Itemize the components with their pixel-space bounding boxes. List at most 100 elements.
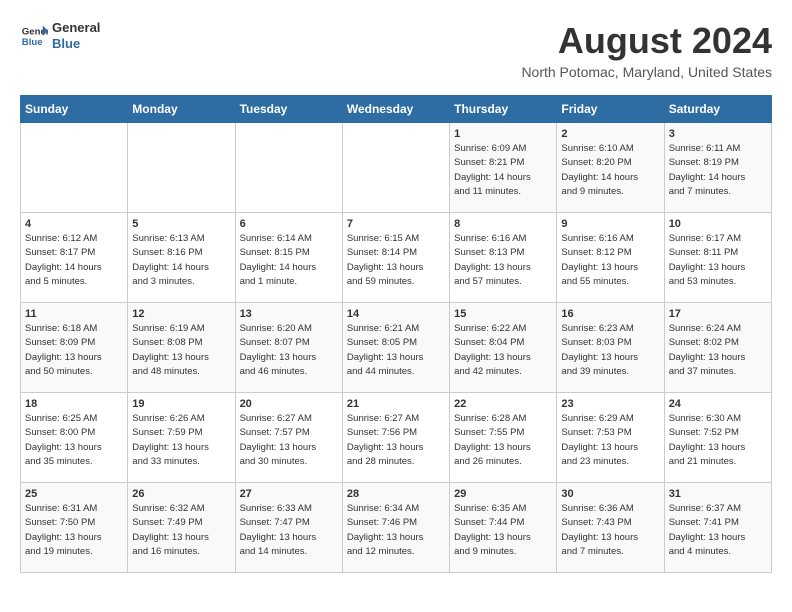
day-number: 8 bbox=[454, 218, 552, 230]
day-cell-1-4: 8 Sunrise: 6:16 AM Sunset: 8:13 PM Daylig… bbox=[450, 213, 557, 303]
day-cell-2-5: 16Sunrise: 6:23 AM Sunset: 8:03 PM Dayli… bbox=[557, 303, 664, 393]
day-cell-4-0: 25 Sunrise: 6:31 AM Sunset: 7:50 PM Dayli… bbox=[21, 483, 128, 573]
day-number: 11 bbox=[25, 308, 123, 320]
week-row-2: 4 Sunrise: 6:12 AM Sunset: 8:17 PM Daylig… bbox=[21, 213, 772, 303]
month-year-title: August 2024 bbox=[521, 20, 772, 62]
day-cell-0-2 bbox=[235, 123, 342, 213]
day-info: Sunrise: 6:26 AM Sunset: 7:59 PM Dayligh… bbox=[132, 412, 230, 469]
day-cell-0-1 bbox=[128, 123, 235, 213]
day-info: Sunrise: 6:20 AM Sunset: 8:07 PM Dayligh… bbox=[240, 322, 338, 379]
day-cell-4-2: 27 Sunrise: 6:33 AM Sunset: 7:47 PM Dayli… bbox=[235, 483, 342, 573]
day-number: 6 bbox=[240, 218, 338, 230]
day-number: 28 bbox=[347, 488, 445, 500]
day-cell-2-2: 13 Sunrise: 6:20 AM Sunset: 8:07 PM Dayli… bbox=[235, 303, 342, 393]
day-info: Sunrise: 6:22 AM Sunset: 8:04 PM Dayligh… bbox=[454, 322, 552, 379]
day-number: 10 bbox=[669, 218, 767, 230]
day-number: 24 bbox=[669, 398, 767, 410]
day-info: Sunrise: 6:37 AM Sunset: 7:41 PM Dayligh… bbox=[669, 502, 767, 559]
day-number: 16 bbox=[561, 308, 659, 320]
day-cell-4-5: 30 Sunrise: 6:36 AM Sunset: 7:43 PM Dayli… bbox=[557, 483, 664, 573]
day-number: 21 bbox=[347, 398, 445, 410]
day-number: 20 bbox=[240, 398, 338, 410]
day-number: 25 bbox=[25, 488, 123, 500]
day-cell-0-3 bbox=[342, 123, 449, 213]
day-info: Sunrise: 6:10 AM Sunset: 8:20 PM Dayligh… bbox=[561, 142, 659, 199]
day-number: 26 bbox=[132, 488, 230, 500]
day-info: Sunrise: 6:16 AM Sunset: 8:12 PM Dayligh… bbox=[561, 232, 659, 289]
day-info: Sunrise: 6:27 AM Sunset: 7:57 PM Dayligh… bbox=[240, 412, 338, 469]
location-subtitle: North Potomac, Maryland, United States bbox=[521, 64, 772, 80]
day-info: Sunrise: 6:36 AM Sunset: 7:43 PM Dayligh… bbox=[561, 502, 659, 559]
day-info: Sunrise: 6:31 AM Sunset: 7:50 PM Dayligh… bbox=[25, 502, 123, 559]
week-row-1: 1 Sunrise: 6:09 AM Sunset: 8:21 PM Daylig… bbox=[21, 123, 772, 213]
day-cell-1-2: 6 Sunrise: 6:14 AM Sunset: 8:15 PM Daylig… bbox=[235, 213, 342, 303]
header-wednesday: Wednesday bbox=[342, 96, 449, 123]
day-cell-1-3: 7 Sunrise: 6:15 AM Sunset: 8:14 PM Daylig… bbox=[342, 213, 449, 303]
day-number: 1 bbox=[454, 128, 552, 140]
day-cell-3-2: 20 Sunrise: 6:27 AM Sunset: 7:57 PM Dayli… bbox=[235, 393, 342, 483]
day-info: Sunrise: 6:33 AM Sunset: 7:47 PM Dayligh… bbox=[240, 502, 338, 559]
day-info: Sunrise: 6:14 AM Sunset: 8:15 PM Dayligh… bbox=[240, 232, 338, 289]
page-header: General Blue General Blue August 2024 No… bbox=[20, 20, 772, 80]
svg-text:Blue: Blue bbox=[22, 36, 43, 47]
logo-blue-text: Blue bbox=[52, 36, 100, 52]
logo-icon: General Blue bbox=[20, 22, 48, 50]
day-cell-1-6: 10 Sunrise: 6:17 AM Sunset: 8:11 PM Dayli… bbox=[664, 213, 771, 303]
day-cell-3-0: 18 Sunrise: 6:25 AM Sunset: 8:00 PM Dayli… bbox=[21, 393, 128, 483]
day-cell-4-3: 28 Sunrise: 6:34 AM Sunset: 7:46 PM Dayli… bbox=[342, 483, 449, 573]
day-number: 5 bbox=[132, 218, 230, 230]
header-saturday: Saturday bbox=[664, 96, 771, 123]
day-cell-1-1: 5Sunrise: 6:13 AM Sunset: 8:16 PM Daylig… bbox=[128, 213, 235, 303]
day-number: 3 bbox=[669, 128, 767, 140]
day-cell-2-6: 17Sunrise: 6:24 AM Sunset: 8:02 PM Dayli… bbox=[664, 303, 771, 393]
day-info: Sunrise: 6:09 AM Sunset: 8:21 PM Dayligh… bbox=[454, 142, 552, 199]
day-cell-2-1: 12Sunrise: 6:19 AM Sunset: 8:08 PM Dayli… bbox=[128, 303, 235, 393]
day-number: 4 bbox=[25, 218, 123, 230]
day-number: 15 bbox=[454, 308, 552, 320]
day-cell-1-5: 9Sunrise: 6:16 AM Sunset: 8:12 PM Daylig… bbox=[557, 213, 664, 303]
week-row-4: 18 Sunrise: 6:25 AM Sunset: 8:00 PM Dayli… bbox=[21, 393, 772, 483]
day-info: Sunrise: 6:15 AM Sunset: 8:14 PM Dayligh… bbox=[347, 232, 445, 289]
day-cell-2-3: 14Sunrise: 6:21 AM Sunset: 8:05 PM Dayli… bbox=[342, 303, 449, 393]
day-info: Sunrise: 6:21 AM Sunset: 8:05 PM Dayligh… bbox=[347, 322, 445, 379]
header-monday: Monday bbox=[128, 96, 235, 123]
day-info: Sunrise: 6:12 AM Sunset: 8:17 PM Dayligh… bbox=[25, 232, 123, 289]
day-cell-0-4: 1 Sunrise: 6:09 AM Sunset: 8:21 PM Daylig… bbox=[450, 123, 557, 213]
day-cell-0-5: 2 Sunrise: 6:10 AM Sunset: 8:20 PM Daylig… bbox=[557, 123, 664, 213]
day-number: 19 bbox=[132, 398, 230, 410]
day-number: 29 bbox=[454, 488, 552, 500]
day-cell-0-0 bbox=[21, 123, 128, 213]
week-row-5: 25 Sunrise: 6:31 AM Sunset: 7:50 PM Dayli… bbox=[21, 483, 772, 573]
day-info: Sunrise: 6:18 AM Sunset: 8:09 PM Dayligh… bbox=[25, 322, 123, 379]
day-cell-4-4: 29Sunrise: 6:35 AM Sunset: 7:44 PM Dayli… bbox=[450, 483, 557, 573]
calendar-table: SundayMondayTuesdayWednesdayThursdayFrid… bbox=[20, 95, 772, 573]
day-info: Sunrise: 6:34 AM Sunset: 7:46 PM Dayligh… bbox=[347, 502, 445, 559]
day-cell-4-6: 31Sunrise: 6:37 AM Sunset: 7:41 PM Dayli… bbox=[664, 483, 771, 573]
day-info: Sunrise: 6:27 AM Sunset: 7:56 PM Dayligh… bbox=[347, 412, 445, 469]
logo-general-text: General bbox=[52, 20, 100, 36]
header-thursday: Thursday bbox=[450, 96, 557, 123]
logo: General Blue General Blue bbox=[20, 20, 100, 51]
day-cell-2-4: 15 Sunrise: 6:22 AM Sunset: 8:04 PM Dayli… bbox=[450, 303, 557, 393]
day-number: 30 bbox=[561, 488, 659, 500]
day-info: Sunrise: 6:32 AM Sunset: 7:49 PM Dayligh… bbox=[132, 502, 230, 559]
day-info: Sunrise: 6:25 AM Sunset: 8:00 PM Dayligh… bbox=[25, 412, 123, 469]
day-number: 27 bbox=[240, 488, 338, 500]
day-number: 13 bbox=[240, 308, 338, 320]
day-info: Sunrise: 6:28 AM Sunset: 7:55 PM Dayligh… bbox=[454, 412, 552, 469]
day-number: 12 bbox=[132, 308, 230, 320]
day-info: Sunrise: 6:11 AM Sunset: 8:19 PM Dayligh… bbox=[669, 142, 767, 199]
week-row-3: 11 Sunrise: 6:18 AM Sunset: 8:09 PM Dayli… bbox=[21, 303, 772, 393]
day-info: Sunrise: 6:16 AM Sunset: 8:13 PM Dayligh… bbox=[454, 232, 552, 289]
day-info: Sunrise: 6:24 AM Sunset: 8:02 PM Dayligh… bbox=[669, 322, 767, 379]
day-number: 23 bbox=[561, 398, 659, 410]
day-number: 22 bbox=[454, 398, 552, 410]
day-number: 18 bbox=[25, 398, 123, 410]
day-number: 2 bbox=[561, 128, 659, 140]
day-info: Sunrise: 6:30 AM Sunset: 7:52 PM Dayligh… bbox=[669, 412, 767, 469]
header-sunday: Sunday bbox=[21, 96, 128, 123]
day-cell-3-4: 22 Sunrise: 6:28 AM Sunset: 7:55 PM Dayli… bbox=[450, 393, 557, 483]
day-info: Sunrise: 6:17 AM Sunset: 8:11 PM Dayligh… bbox=[669, 232, 767, 289]
day-number: 7 bbox=[347, 218, 445, 230]
day-cell-2-0: 11 Sunrise: 6:18 AM Sunset: 8:09 PM Dayli… bbox=[21, 303, 128, 393]
